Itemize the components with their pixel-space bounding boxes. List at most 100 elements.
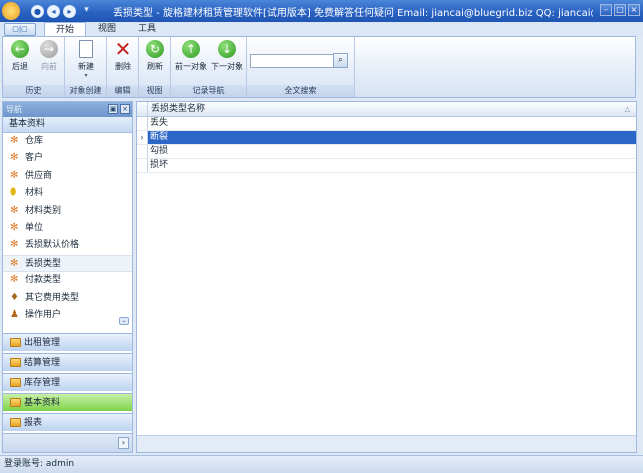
quick-access-dropdown-icon[interactable]: ▾ [80, 5, 93, 18]
next-object-label: 下一对象 [211, 62, 243, 71]
prev-object-label: 前一对象 [175, 62, 207, 71]
app-menu-button[interactable]: ▢|▢ [4, 23, 36, 36]
table-cell: 勾损 [150, 146, 169, 156]
new-dropdown-icon[interactable]: ▾ [71, 72, 101, 79]
pane-rental[interactable]: 出租管理 [3, 333, 132, 351]
pane-label: 报表 [24, 418, 43, 428]
next-object-button[interactable]: ↓ 下一对象 [209, 40, 245, 82]
title-bar: ● ◂ ▸ ▾ 丢损类型 - 旋格建材租赁管理软件[试用版本] 免费解答任何疑问… [0, 0, 643, 22]
nav-header: 导航 ▣ × [3, 102, 132, 117]
nav-item-other-fee-type[interactable]: ♦ 其它费用类型 [3, 290, 132, 307]
pane-label: 基本资料 [24, 398, 61, 408]
back-label: 后退 [12, 62, 28, 71]
nav-item-label: 其它费用类型 [25, 292, 80, 303]
group-view-label: 视图 [139, 85, 170, 97]
gear-icon: ✻ [10, 152, 19, 164]
nav-item-loss-default-price[interactable]: ✻ 丢损默认价格 [3, 237, 132, 254]
nav-item-label: 付款类型 [25, 275, 62, 286]
table-cell: 断裂 [148, 131, 636, 144]
table-cell: 损坏 [150, 160, 169, 170]
refresh-icon: ↻ [146, 40, 164, 58]
folder-icon [10, 398, 21, 407]
data-grid: 丢损类型名称 △ 丢失 › 断裂 勾损 损坏 [136, 101, 637, 453]
forward-button[interactable]: → 向前 [36, 40, 62, 82]
pane-reports[interactable]: 报表 [3, 413, 132, 431]
new-label: 新建 [78, 62, 94, 71]
navigation-panel: 导航 ▣ × 基本资料 ✻ 仓库 ✻ 客户 ✻ 供应商 ⬮ 材料 ✻ 材料类别 ✻ 单位 ✻… [2, 101, 133, 453]
pin-icon[interactable]: ▣ [108, 104, 118, 114]
nav-item-material[interactable]: ⬮ 材料 [3, 185, 132, 202]
search-button[interactable]: ⌕ [333, 53, 348, 68]
nav-item-payment-type[interactable]: ✻ 付款类型 [3, 272, 132, 289]
tab-tools[interactable]: 工具 [128, 22, 166, 36]
quick-access-back-icon[interactable]: ◂ [47, 5, 60, 18]
search-icon: ⌕ [337, 55, 344, 65]
maximize-button[interactable]: □ [614, 4, 626, 16]
table-row[interactable]: 丢失 [137, 117, 636, 131]
gear-icon: ✻ [10, 135, 19, 146]
folder-icon [10, 418, 21, 427]
nav-item-supplier[interactable]: ✻ 供应商 [3, 168, 132, 185]
user-icon: ♟ [10, 308, 19, 320]
up-arrow-icon: ↑ [182, 40, 200, 58]
nav-item-customer[interactable]: ✻ 客户 [3, 150, 132, 167]
minimize-button[interactable]: – [600, 4, 612, 16]
horizontal-scrollbar[interactable] [137, 435, 636, 452]
material-icon: ⬮ [10, 187, 17, 199]
group-create-label: 对象创建 [65, 85, 106, 97]
down-arrow-icon: ↓ [218, 40, 236, 58]
gear-icon: ✻ [10, 274, 19, 286]
tab-view[interactable]: 视图 [88, 22, 126, 36]
group-edit: ✕ 删除 编辑 [107, 37, 139, 97]
nav-item-loss-type[interactable]: ✻ 丢损类型 [3, 254, 132, 273]
nav-footer: › [3, 433, 132, 452]
group-edit-label: 编辑 [107, 85, 138, 97]
nav-item-material-category[interactable]: ✻ 材料类别 [3, 203, 132, 220]
pane-inventory[interactable]: 库存管理 [3, 373, 132, 391]
row-indicator [137, 117, 148, 130]
table-row-selected[interactable]: › 断裂 [137, 131, 636, 145]
back-button[interactable]: ← 后退 [7, 40, 33, 82]
tab-start[interactable]: 开始 [44, 22, 86, 36]
gear-icon: ✻ [10, 221, 19, 233]
close-icon[interactable]: × [120, 104, 130, 114]
refresh-label: 刷新 [147, 62, 163, 71]
prev-object-button[interactable]: ↑ 前一对象 [173, 40, 209, 82]
pane-basic-data[interactable]: 基本资料 [3, 393, 132, 411]
nav-item-label: 丢损类型 [25, 258, 62, 269]
gear-icon: ✻ [10, 257, 19, 269]
nav-item-label: 供应商 [25, 170, 53, 181]
folder-icon [10, 358, 21, 367]
login-account-text: 登录账号: admin [4, 459, 75, 469]
status-bar: 登录账号: admin [0, 455, 643, 473]
search-input[interactable] [250, 54, 334, 68]
nav-item-label: 客户 [25, 153, 44, 164]
scroll-down-icon[interactable]: ⌄ [119, 317, 129, 325]
nav-header-title: 导航 [6, 105, 22, 114]
nav-item-unit[interactable]: ✻ 单位 [3, 220, 132, 237]
back-arrow-icon: ← [11, 40, 29, 58]
forward-label: 向前 [41, 62, 57, 71]
nav-item-warehouse[interactable]: ✻ 仓库 [3, 133, 132, 150]
folder-icon [10, 378, 21, 387]
column-header-loss-type-name[interactable]: 丢损类型名称 [151, 102, 205, 116]
new-document-icon [79, 40, 93, 58]
nav-item-operator[interactable]: ♟ 操作用户 [3, 307, 132, 324]
sort-arrow-icon[interactable]: △ [625, 102, 630, 116]
refresh-button[interactable]: ↻ 刷新 [142, 40, 168, 82]
table-row[interactable]: 勾损 [137, 145, 636, 159]
group-record-nav: ↑ 前一对象 ↓ 下一对象 记录导航 [171, 37, 247, 97]
quick-access-forward-icon[interactable]: ▸ [63, 5, 76, 18]
close-button[interactable]: × [628, 4, 640, 16]
chevron-right-icon[interactable]: › [118, 437, 129, 449]
table-row[interactable]: 损坏 [137, 159, 636, 173]
pane-label: 出租管理 [24, 338, 61, 348]
gear-icon: ✻ [10, 169, 19, 181]
nav-item-label: 仓库 [25, 136, 44, 146]
delete-button[interactable]: ✕ 删除 [110, 39, 136, 82]
app-logo-icon[interactable] [2, 2, 20, 20]
quick-access-icon[interactable]: ● [31, 5, 44, 18]
pane-settlement[interactable]: 结算管理 [3, 353, 132, 371]
new-button[interactable]: 新建 ▾ [71, 40, 101, 82]
group-search: ⌕ 全文搜索 [247, 37, 355, 97]
